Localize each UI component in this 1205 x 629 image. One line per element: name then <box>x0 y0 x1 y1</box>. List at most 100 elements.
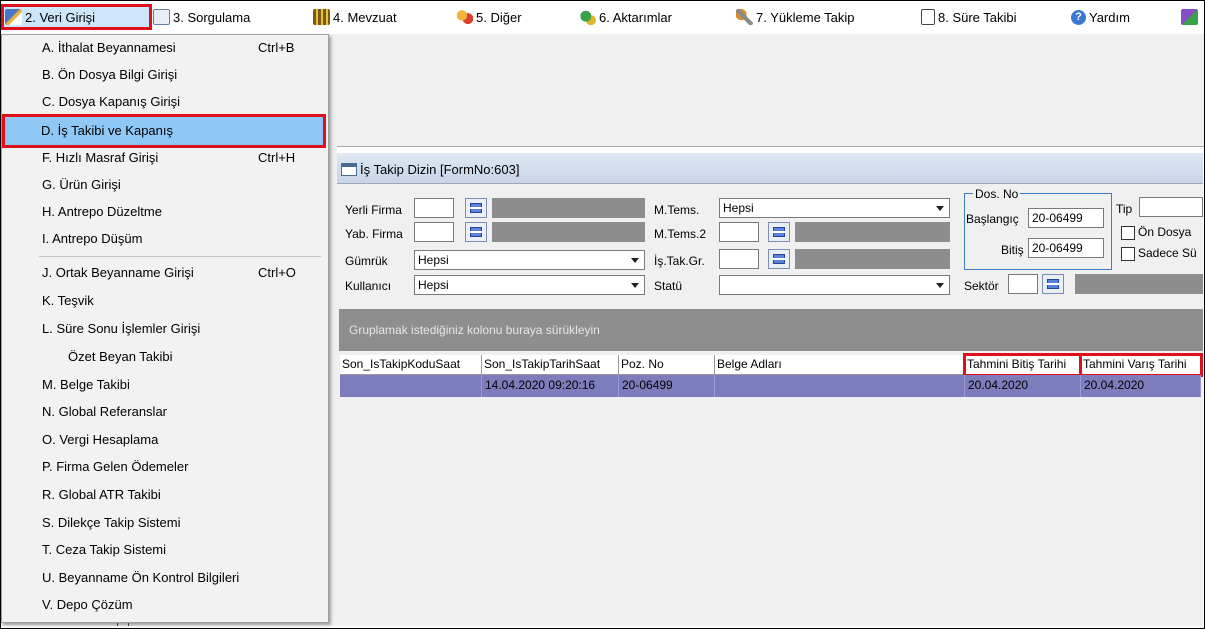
table-row-cell[interactable]: 20.04.2020 <box>965 375 1081 397</box>
mtems2-code-input[interactable] <box>719 222 759 242</box>
menu-diger[interactable]: 5. Diğer <box>456 6 522 28</box>
bitis-label: Bitiş <box>1001 243 1024 257</box>
istak-name-field <box>795 249 950 269</box>
yerli-firma-code-input[interactable] <box>414 198 454 218</box>
on-dosya-checkbox[interactable] <box>1121 226 1135 240</box>
people-icon <box>456 9 473 25</box>
menu-mevzuat[interactable]: 4. Mevzuat <box>313 6 397 28</box>
menu-item-dosya-kapanis-girisi[interactable]: C. Dosya Kapanış Girişi <box>5 89 323 115</box>
menu-item-ortak-beyanname-girisi[interactable]: J. Ortak Beyanname Girişi Ctrl+O <box>5 260 323 286</box>
table-row-cell[interactable]: 20.04.2020 <box>1081 375 1201 397</box>
menu-yardim-label: Yardım <box>1089 9 1130 25</box>
menu-item-label: A. İthalat Beyannamesi <box>42 40 176 55</box>
menu-item-label: J. Ortak Beyanname Girişi <box>42 265 194 280</box>
statu-select[interactable] <box>719 275 950 295</box>
statu-label: Statü <box>654 279 683 293</box>
yab-firma-lookup-button[interactable] <box>465 222 487 242</box>
menu-item-label: L. Süre Sonu İşlemler Girişi <box>42 321 201 336</box>
column-header-tahmini-bitis-tarihi[interactable]: Tahmini Bitiş Tarihi <box>963 353 1083 377</box>
menu-item-depo-cozum[interactable]: V. Depo Çözüm <box>5 592 323 618</box>
lookup-icon <box>470 227 482 237</box>
menu-item-label: K. Teşvik <box>42 293 94 308</box>
menu-item-on-dosya-bilgi-girisi[interactable]: B. Ön Dosya Bilgi Girişi <box>5 62 323 88</box>
mtems2-lookup-button[interactable] <box>768 222 790 242</box>
sektor-label: Sektör <box>964 279 999 293</box>
menu-item-label: R. Global ATR Takibi <box>42 487 161 502</box>
menu-aktarimlar[interactable]: 6. Aktarımlar <box>579 6 672 28</box>
menu-item-tesvik[interactable]: K. Teşvik <box>5 288 323 314</box>
menu-separator <box>39 256 321 257</box>
menu-item-sure-sonu-islemler-girisi[interactable]: L. Süre Sonu İşlemler Girişi <box>5 316 323 342</box>
menu-extra[interactable] <box>1181 6 1201 28</box>
table-row-cell[interactable] <box>715 375 965 397</box>
table-row-cell[interactable]: 14.04.2020 09:20:16 <box>482 375 619 397</box>
column-header-tahmini-varis-tarihi[interactable]: Tahmini Varış Tarihi <box>1079 353 1203 377</box>
menu-veri-girisi[interactable]: 2. Veri Girişi <box>1 4 152 30</box>
filter-panel: Yerli Firma Yab. Firma Gümrük Hepsi Kull… <box>337 185 1203 299</box>
menu-item-label: Özet Beyan Takibi <box>68 349 173 364</box>
lookup-icon <box>1047 279 1059 289</box>
kullanici-select[interactable]: Hepsi <box>414 275 645 295</box>
menu-item-label: P. Firma Gelen Ödemeler <box>42 459 189 474</box>
menu-veri-girisi-label: 2. Veri Girişi <box>25 9 96 25</box>
menu-item-firma-gelen-odemeler[interactable]: P. Firma Gelen Ödemeler <box>5 454 323 480</box>
window-titlebar[interactable]: İş Takip Dizin [FormNo:603] <box>337 153 1203 184</box>
table-row-cell[interactable]: 20-06499 <box>619 375 715 397</box>
sadece-checkbox[interactable] <box>1121 247 1135 261</box>
kullanici-label: Kullanıcı <box>345 279 392 293</box>
menu-item-antrepo-duzeltme[interactable]: H. Antrepo Düzeltme <box>5 199 323 225</box>
column-header-son-istakip-kodu-saat[interactable]: Son_IsTakipKoduSaat <box>340 355 482 375</box>
menu-item-dilekce-takip-sistemi[interactable]: S. Dilekçe Takip Sistemi <box>5 510 323 536</box>
is-takip-dizin-window: İş Takip Dizin [FormNo:603] Yerli Firma … <box>337 153 1203 626</box>
menu-item-shortcut: Ctrl+B <box>258 40 295 55</box>
istak-code-input[interactable] <box>719 249 759 269</box>
menu-item-beyanname-on-kontrol-bilgileri[interactable]: U. Beyanname Ön Kontrol Bilgileri <box>5 565 323 591</box>
menu-item-vergi-hesaplama[interactable]: O. Vergi Hesaplama <box>5 427 323 453</box>
yab-firma-label: Yab. Firma <box>345 227 403 241</box>
menu-sorgulama[interactable]: 3. Sorgulama <box>153 6 250 28</box>
menu-item-label: D. İş Takibi ve Kapanış <box>41 123 173 138</box>
menu-diger-label: 5. Diğer <box>476 9 522 25</box>
istak-label: İş.Tak.Gr. <box>654 254 705 268</box>
kullanici-value: Hepsi <box>418 278 449 292</box>
menu-item-global-referanslar[interactable]: N. Global Referanslar <box>5 399 323 425</box>
sektor-code-input[interactable] <box>1008 274 1038 294</box>
menu-item-is-takibi-ve-kapanis[interactable]: D. İş Takibi ve Kapanış <box>2 114 326 148</box>
lookup-icon <box>470 203 482 213</box>
menu-item-hizli-masraf-girisi[interactable]: F. Hızlı Masraf Girişi Ctrl+H <box>5 145 323 171</box>
table-row-cell[interactable] <box>340 375 482 397</box>
menu-yukleme-takip[interactable]: 7. Yükleme Takip <box>736 6 855 28</box>
menu-item-label: V. Depo Çözüm <box>42 597 133 612</box>
column-header-poz-no[interactable]: Poz. No <box>619 355 715 375</box>
bitis-input[interactable]: 20-06499 <box>1028 238 1104 258</box>
menu-item-antrepo-dusum[interactable]: I. Antrepo Düşüm <box>5 226 323 252</box>
menu-aktarimlar-label: 6. Aktarımlar <box>599 9 672 25</box>
menu-yardim[interactable]: ? Yardım <box>1071 6 1130 28</box>
menu-item-label: M. Belge Takibi <box>42 377 130 392</box>
menu-item-global-atr-takibi[interactable]: R. Global ATR Takibi <box>5 482 323 508</box>
chevron-down-icon <box>936 283 944 288</box>
gumruk-value: Hepsi <box>418 253 449 267</box>
tip-input[interactable] <box>1139 197 1203 217</box>
mtems2-label: M.Tems.2 <box>654 227 707 241</box>
menu-item-ceza-takip-sistemi[interactable]: T. Ceza Takip Sistemi <box>5 537 323 563</box>
window-title: İş Takip Dizin [FormNo:603] <box>360 162 520 177</box>
sektor-lookup-button[interactable] <box>1042 274 1064 294</box>
menu-item-belge-takibi[interactable]: M. Belge Takibi <box>5 372 323 398</box>
help-icon: ? <box>1071 9 1086 25</box>
baslangic-input[interactable]: 20-06499 <box>1028 208 1104 228</box>
menu-sure-takibi[interactable]: 8. Süre Takibi <box>921 6 1017 28</box>
group-by-panel[interactable]: Gruplamak istediğiniz kolonu buraya sürü… <box>339 309 1203 351</box>
column-header-son-istakip-tarih-saat[interactable]: Son_IsTakipTarihSaat <box>482 355 619 375</box>
magnifier-icon <box>153 9 170 25</box>
column-header-belge-adlari[interactable]: Belge Adları <box>715 355 965 375</box>
yerli-firma-lookup-button[interactable] <box>465 198 487 218</box>
yab-firma-code-input[interactable] <box>414 222 454 242</box>
gumruk-select[interactable]: Hepsi <box>414 250 645 270</box>
menu-item-ozet-beyan-takibi[interactable]: Özet Beyan Takibi <box>5 344 323 370</box>
menu-item-urun-girisi[interactable]: G. Ürün Girişi <box>5 172 323 198</box>
sadece-label: Sadece Sü <box>1138 246 1197 260</box>
menu-item-ithalat-beyannamesi[interactable]: A. İthalat Beyannamesi Ctrl+B <box>5 35 323 61</box>
mtems-select[interactable]: Hepsi <box>719 198 950 218</box>
istak-lookup-button[interactable] <box>768 249 790 269</box>
